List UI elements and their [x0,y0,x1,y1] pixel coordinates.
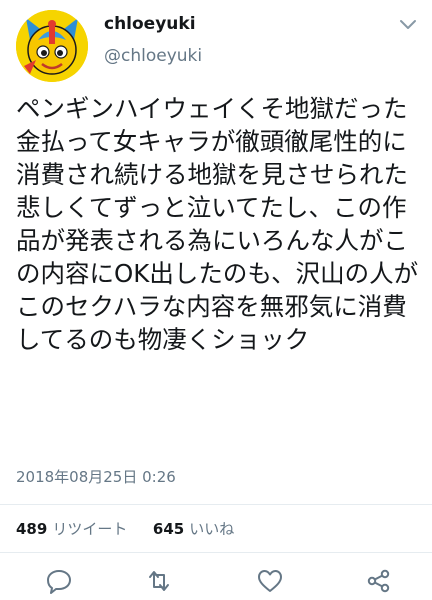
like-count-link[interactable]: 645 いいね [153,520,234,538]
like-label: いいね [189,520,235,538]
retweet-count-link[interactable]: 489 リツイート [16,520,132,538]
tweet-text: ペンギンハイウェイくそ地獄だった 金払って女キャラが徹頭徹尾性的に消費され続ける… [16,94,419,354]
divider [0,504,432,505]
share-icon[interactable] [364,566,394,596]
like-icon[interactable] [255,566,285,596]
divider [0,552,432,553]
tweet-stats: 489 リツイート 645 いいね [16,518,234,539]
tweet-timestamp[interactable]: 2018年08月25日 0:26 [16,466,176,487]
like-count: 645 [152,520,185,538]
display-name[interactable]: chloeyuki [104,14,196,34]
user-handle[interactable]: @chloeyuki [104,46,202,66]
chevron-down-icon[interactable] [398,16,418,30]
retweet-label: リツイート [52,520,128,538]
retweet-icon[interactable] [144,566,174,596]
avatar-character-icon [16,10,88,82]
tweet-actions [0,566,432,596]
retweet-count: 489 [16,520,48,538]
tweet-header: chloeyuki @chloeyuki [0,0,432,96]
avatar[interactable] [16,10,88,82]
reply-icon[interactable] [44,566,74,596]
